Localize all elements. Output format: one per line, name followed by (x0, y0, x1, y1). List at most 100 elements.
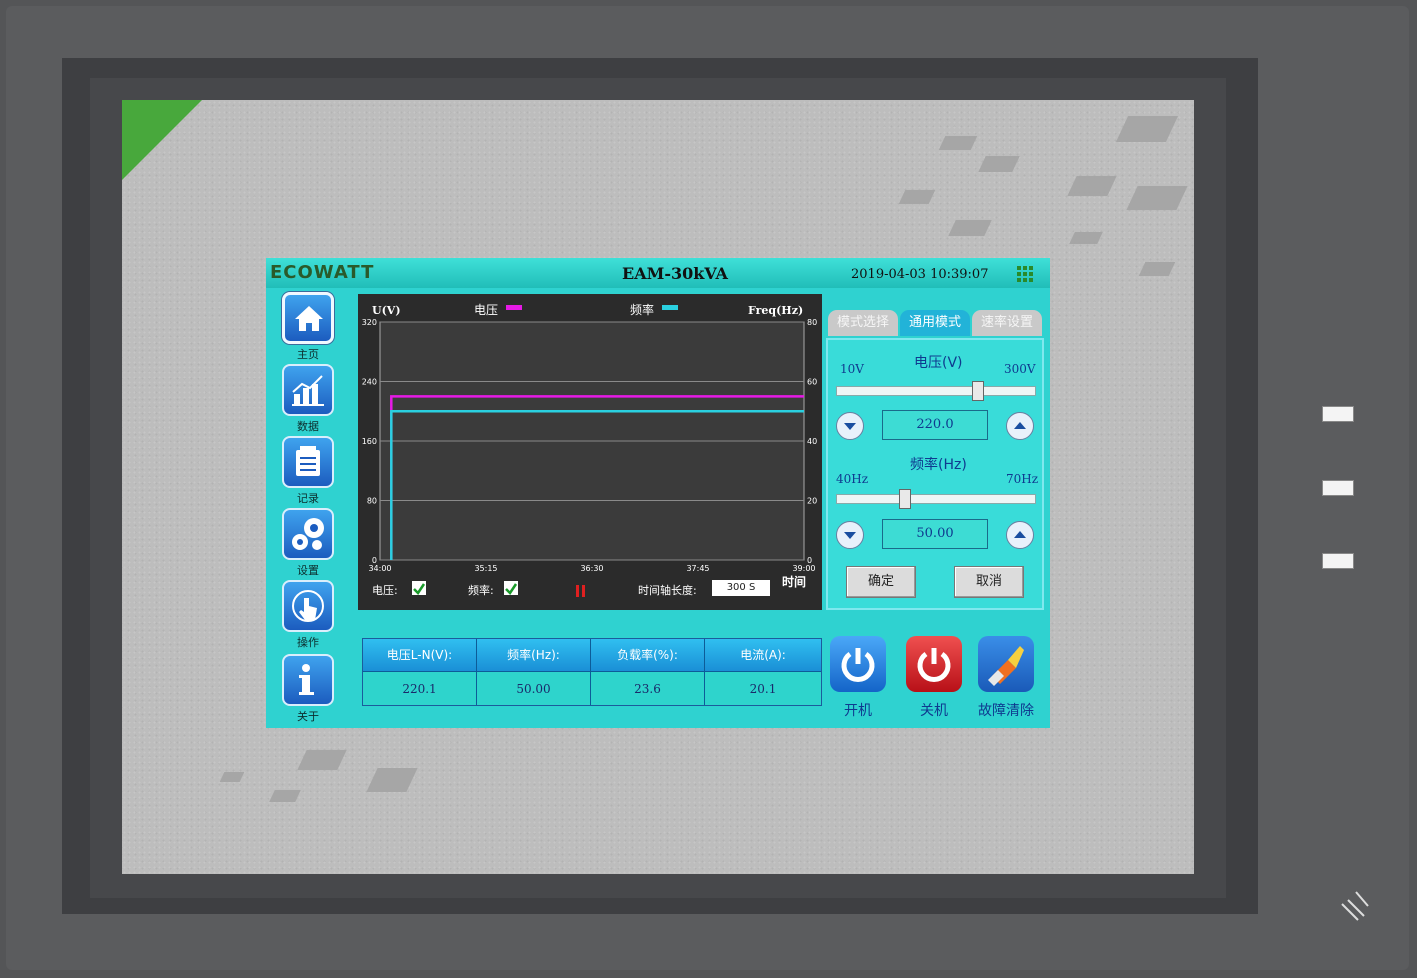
value-load-rate: 23.6 (591, 671, 705, 705)
deco-tile (269, 790, 301, 802)
confirm-button[interactable]: 确定 (846, 566, 916, 598)
x-tick-label: 34:00 (368, 564, 391, 573)
home-icon (282, 292, 334, 344)
deco-tile (1126, 186, 1188, 210)
value-voltage: 220.1 (363, 671, 477, 705)
deco-tile (898, 190, 936, 204)
info-icon (282, 654, 334, 706)
voltage-setpoint-title: 电压(V) (914, 355, 963, 371)
y-right-axis-label: Freq(Hz) (748, 304, 803, 317)
power-off-label: 关机 (920, 703, 948, 719)
x-tick-label: 39:00 (792, 564, 815, 573)
nav-data-label: 数据 (297, 420, 319, 433)
cancel-button[interactable]: 取消 (954, 566, 1024, 598)
deco-tile (1138, 262, 1176, 276)
brand-logo: ECOWATT (270, 262, 375, 283)
nav-records-label: 记录 (297, 492, 319, 505)
voltage-value-field[interactable]: 220.0 (882, 410, 988, 440)
legend-frequency-swatch (662, 305, 678, 310)
y-left-axis-label: U(V) (372, 304, 401, 317)
check-icon (413, 583, 426, 595)
tab-mode-select[interactable]: 模式选择 (828, 310, 898, 336)
frequency-checkbox[interactable] (504, 581, 518, 595)
voltage-checkbox[interactable] (412, 581, 426, 595)
y-right-tick-label: 40 (807, 437, 817, 446)
gears-icon (282, 508, 334, 560)
status-led (1322, 480, 1354, 496)
x-tick-label: 37:45 (686, 564, 709, 573)
frequency-setpoint-title: 频率(Hz) (910, 457, 967, 473)
chevron-down-icon (844, 423, 856, 430)
frequency-decrease-button[interactable] (836, 521, 864, 549)
nav-about[interactable]: 关于 (280, 654, 336, 724)
deco-tile (938, 136, 978, 150)
header-voltage: 电压L-N(V): (363, 639, 477, 671)
nav-data[interactable]: 数据 (280, 364, 336, 434)
chevron-down-icon (844, 532, 856, 539)
header-load-rate: 负载率(%): (591, 639, 705, 671)
nav-settings[interactable]: 设置 (280, 508, 336, 578)
y-right-tick-label: 60 (807, 378, 817, 387)
y-right-tick-label: 20 (807, 497, 817, 506)
chevron-up-icon (1014, 422, 1026, 429)
nav-records[interactable]: 记录 (280, 436, 336, 506)
voltage-slider-thumb[interactable] (972, 381, 985, 401)
frequency-slider-thumb[interactable] (899, 489, 912, 509)
power-off-button[interactable] (906, 636, 962, 692)
nav-about-label: 关于 (297, 710, 319, 723)
voltage-slider[interactable] (836, 381, 1036, 401)
voltage-max-label: 300V (1004, 362, 1036, 376)
clipboard-icon (282, 436, 334, 488)
frequency-increase-button[interactable] (1006, 521, 1034, 549)
mode-tabs: 模式选择 通用模式 速率设置 (828, 310, 1044, 338)
setpoint-panel: 电压(V) 10V 300V 220.0 频率(Hz) 40Hz 70Hz 50… (826, 338, 1044, 610)
readings-table: 电压L-N(V): 频率(Hz): 负载率(%): 电流(A): 220.1 5… (362, 638, 822, 706)
fault-clear-label: 故障清除 (978, 703, 1034, 719)
y-left-tick-label: 160 (362, 437, 377, 446)
frequency-max-label: 70Hz (1006, 472, 1039, 486)
trend-chart: U(V) Freq(Hz) 电压 频率 320 240 160 80 0 80 60 40 2… (358, 294, 822, 610)
legend-frequency-label: 频率 (630, 302, 654, 317)
voltage-decrease-button[interactable] (836, 412, 864, 440)
y-left-tick-label: 320 (362, 318, 377, 327)
legend-voltage-label: 电压 (474, 303, 498, 317)
pause-icon[interactable] (576, 582, 586, 597)
header-frequency: 频率(Hz): (477, 639, 591, 671)
voltage-increase-button[interactable] (1006, 412, 1034, 440)
value-current: 20.1 (705, 671, 821, 705)
deco-tile (1067, 176, 1117, 196)
nav-sidebar: 主页 数据 记录 设置 操作 关于 (266, 288, 352, 728)
power-on-label: 开机 (844, 703, 872, 719)
time-axis-label: 时间轴长度: (638, 584, 697, 597)
voltage-min-label: 10V (840, 362, 864, 376)
grid-menu-icon[interactable] (1016, 265, 1034, 283)
time-axis-input[interactable]: 300 S (712, 580, 770, 596)
y-right-tick-label: 80 (807, 318, 817, 327)
fault-clear-button[interactable] (978, 636, 1034, 692)
tab-general-mode[interactable]: 通用模式 (900, 310, 970, 336)
power-on-button[interactable] (830, 636, 886, 692)
datetime-display: 2019-04-03 10:39:07 (851, 267, 989, 282)
y-left-tick-label: 80 (367, 497, 377, 506)
frequency-slider[interactable] (836, 489, 1036, 509)
nav-home-label: 主页 (297, 348, 319, 361)
model-title: EAM-30kVA (622, 264, 728, 283)
trend-chart-svg: U(V) Freq(Hz) 电压 频率 320240160800 8060402… (362, 302, 817, 589)
deco-tile (297, 750, 347, 770)
x-tick-label: 36:30 (580, 564, 603, 573)
tab-rate-settings[interactable]: 速率设置 (972, 310, 1042, 336)
power-icon (917, 648, 951, 682)
power-icon (841, 648, 875, 682)
deco-tile (1115, 116, 1179, 142)
hand-pointer-icon (282, 580, 334, 632)
bar-chart-icon (282, 364, 334, 416)
deco-tile (219, 772, 245, 782)
nav-operation[interactable]: 操作 (280, 580, 336, 650)
frequency-value-field[interactable]: 50.00 (882, 519, 988, 549)
status-led (1322, 553, 1354, 569)
x-tick-label: 35:15 (474, 564, 497, 573)
check-icon (505, 583, 518, 595)
nav-home[interactable]: 主页 (280, 292, 336, 362)
status-led (1322, 406, 1354, 422)
deco-tile (1069, 232, 1103, 244)
